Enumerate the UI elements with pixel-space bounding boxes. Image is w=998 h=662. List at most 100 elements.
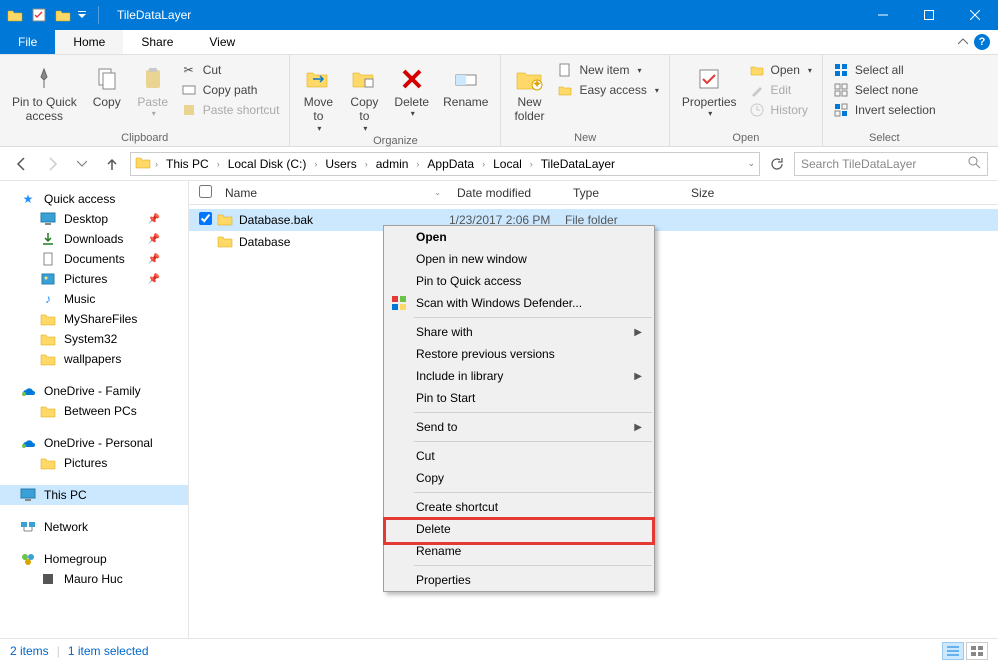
nav-system32[interactable]: System32 [0,329,188,349]
chevron-down-icon[interactable]: ⌄ [747,158,755,169]
view-buttons [942,642,988,660]
nav-pictures-2[interactable]: Pictures [0,453,188,473]
up-button[interactable] [100,152,124,176]
nav-onedrive-family[interactable]: OneDrive - Family [0,381,188,401]
new-folder-button[interactable]: ✦ New folder [507,61,551,126]
new-item-button[interactable]: New item▾ [553,61,662,79]
crumb-appdata[interactable]: AppData [423,157,478,171]
qat-properties-icon[interactable] [28,4,50,26]
select-all-button[interactable]: Select all [829,61,940,79]
view-tab[interactable]: View [191,30,253,54]
ctx-create-shortcut[interactable]: Create shortcut [384,496,654,518]
select-none-button[interactable]: Select none [829,81,940,99]
share-tab[interactable]: Share [123,30,191,54]
ctx-copy[interactable]: Copy [384,467,654,489]
nav-this-pc[interactable]: This PC [0,485,188,505]
pin-quick-access-button[interactable]: Pin to Quick access [6,61,83,126]
paste-button[interactable]: Paste▾ [131,61,175,121]
chevron-right-icon[interactable]: › [480,159,487,169]
nav-wallpapers[interactable]: wallpapers [0,349,188,369]
ctx-share-with[interactable]: Share with▶ [384,321,654,343]
properties-button[interactable]: Properties▾ [676,61,743,121]
details-view-button[interactable] [942,642,964,660]
chevron-right-icon[interactable]: › [153,159,160,169]
row-checkbox[interactable] [199,212,217,228]
edit-button[interactable]: Edit [745,81,816,99]
refresh-button[interactable] [766,153,788,175]
home-tab[interactable]: Home [55,30,123,54]
help-icon[interactable]: ? [974,34,990,50]
breadcrumb[interactable]: › This PC› Local Disk (C:)› Users› admin… [130,152,760,176]
ctx-scan-defender[interactable]: Scan with Windows Defender... [384,292,654,314]
cut-icon: ✂ [181,62,197,78]
select-all-checkbox[interactable] [199,185,217,201]
history-button[interactable]: History [745,101,816,119]
column-type[interactable]: Type [565,186,683,200]
nav-music[interactable]: ♪Music [0,289,188,309]
crumb-tiledatalayer[interactable]: TileDataLayer [537,157,619,171]
ctx-send-to[interactable]: Send to▶ [384,416,654,438]
icons-view-button[interactable] [966,642,988,660]
close-button[interactable] [952,0,998,30]
nav-quick-access[interactable]: ★Quick access [0,189,188,209]
move-to-button[interactable]: Move to▾ [296,61,340,135]
ctx-include-library[interactable]: Include in library▶ [384,365,654,387]
crumb-users[interactable]: Users [321,157,360,171]
ctx-delete[interactable]: Delete [384,518,654,540]
copy-to-button[interactable]: Copy to▾ [342,61,386,135]
nav-onedrive-personal[interactable]: OneDrive - Personal [0,433,188,453]
nav-pictures[interactable]: Pictures📌 [0,269,188,289]
invert-selection-button[interactable]: Invert selection [829,101,940,119]
ctx-pin-start[interactable]: Pin to Start [384,387,654,409]
qat-new-folder-icon[interactable] [52,4,74,26]
maximize-button[interactable] [906,0,952,30]
copy-button[interactable]: Copy [85,61,129,111]
collapse-ribbon-icon[interactable] [958,36,968,50]
back-button[interactable] [10,152,34,176]
recent-locations-button[interactable] [70,152,94,176]
column-date[interactable]: Date modified [449,186,565,200]
chevron-right-icon[interactable]: › [312,159,319,169]
open-button[interactable]: Open▾ [745,61,816,79]
chevron-right-icon: ▶ [634,371,642,382]
column-size[interactable]: Size [683,186,753,200]
ctx-restore-previous[interactable]: Restore previous versions [384,343,654,365]
chevron-right-icon[interactable]: › [528,159,535,169]
nav-between-pcs[interactable]: Between PCs [0,401,188,421]
cut-button[interactable]: ✂Cut [177,61,284,79]
easy-access-button[interactable]: Easy access▾ [553,81,662,99]
ctx-open[interactable]: Open [384,226,654,248]
crumb-admin[interactable]: admin [372,157,413,171]
qat-dropdown-icon[interactable] [76,4,88,26]
crumb-this-pc[interactable]: This PC [162,157,213,171]
nav-mauro[interactable]: Mauro Huc [0,569,188,589]
crumb-local[interactable]: Local [489,157,526,171]
column-name[interactable]: Name⌄ [217,186,449,200]
file-tab[interactable]: File [0,30,55,54]
ctx-cut[interactable]: Cut [384,445,654,467]
nav-documents[interactable]: Documents📌 [0,249,188,269]
chevron-right-icon[interactable]: › [414,159,421,169]
nav-mysharefiles[interactable]: MyShareFiles [0,309,188,329]
forward-button[interactable] [40,152,64,176]
copy-path-button[interactable]: Copy path [177,81,284,99]
nav-network[interactable]: Network [0,517,188,537]
ctx-open-new-window[interactable]: Open in new window [384,248,654,270]
nav-homegroup[interactable]: Homegroup [0,549,188,569]
ctx-properties[interactable]: Properties [384,569,654,591]
chevron-right-icon[interactable]: › [363,159,370,169]
nav-downloads[interactable]: Downloads📌 [0,229,188,249]
rename-button[interactable]: Rename [437,61,494,111]
delete-button[interactable]: Delete▾ [388,61,435,121]
crumb-local-disk[interactable]: Local Disk (C:) [224,157,311,171]
minimize-button[interactable] [860,0,906,30]
this-pc-icon [20,487,36,503]
search-input[interactable]: Search TileDataLayer [794,152,988,176]
chevron-right-icon[interactable]: › [215,159,222,169]
navigation-pane: ★Quick access Desktop📌 Downloads📌 Docume… [0,181,189,638]
paste-shortcut-button[interactable]: Paste shortcut [177,101,284,119]
ctx-pin-quick-access[interactable]: Pin to Quick access [384,270,654,292]
pin-icon [32,63,56,95]
ctx-rename[interactable]: Rename [384,540,654,562]
nav-desktop[interactable]: Desktop📌 [0,209,188,229]
